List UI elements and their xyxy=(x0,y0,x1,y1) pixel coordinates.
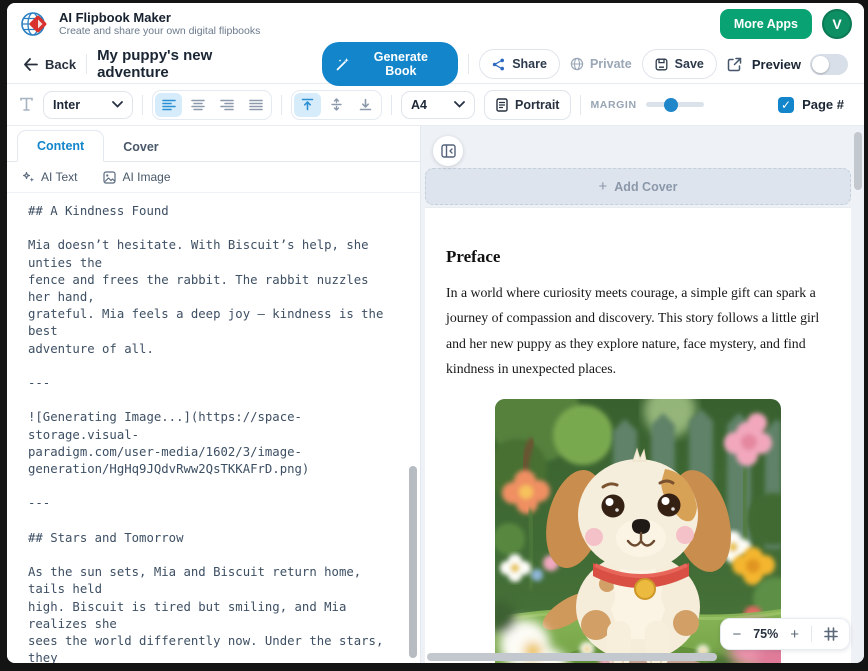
preview-vertical-scrollbar[interactable] xyxy=(854,130,862,649)
plus-icon: + xyxy=(599,178,608,195)
font-family-select[interactable]: Inter xyxy=(43,91,133,119)
valign-bottom-button[interactable] xyxy=(352,93,379,117)
editor-content[interactable]: ## A Kindness Found Mia doesn’t hesitate… xyxy=(7,193,420,663)
valign-middle-button[interactable] xyxy=(323,93,350,117)
page-heading: Preface xyxy=(446,247,830,267)
preview-scroll-area[interactable]: + Add Cover Preface In a world where cur… xyxy=(425,126,851,663)
generate-book-button[interactable]: Generate Book xyxy=(322,42,458,86)
zoom-out-button[interactable]: − xyxy=(732,627,741,642)
app-header: AI Flipbook Maker Create and share your … xyxy=(7,3,864,45)
format-toolbar: Inter A4 xyxy=(7,84,864,126)
margin-slider[interactable] xyxy=(646,102,704,107)
divider xyxy=(811,626,812,642)
divider xyxy=(142,95,143,115)
privacy-status[interactable]: Private xyxy=(570,57,632,71)
page-size-select[interactable]: A4 xyxy=(401,91,475,119)
margin-label: MARGIN xyxy=(590,99,636,111)
ai-text-label: AI Text xyxy=(41,170,77,184)
ai-image-button[interactable]: AI Image xyxy=(103,170,170,184)
divider xyxy=(86,54,87,74)
back-button[interactable]: Back xyxy=(23,57,76,72)
share-icon xyxy=(492,58,505,71)
align-center-button[interactable] xyxy=(184,93,211,117)
editor-scrollbar[interactable] xyxy=(409,193,417,663)
open-external-icon[interactable] xyxy=(727,57,742,72)
align-left-button[interactable] xyxy=(155,93,182,117)
zoom-in-button[interactable]: + xyxy=(790,627,799,642)
divider xyxy=(468,54,469,74)
save-icon xyxy=(655,58,668,71)
document-title: My puppy's new adventure xyxy=(97,47,284,81)
back-arrow-icon xyxy=(23,58,38,71)
preview-label: Preview xyxy=(752,57,801,72)
divider xyxy=(391,95,392,115)
add-cover-label: Add Cover xyxy=(614,180,677,194)
valign-top-button[interactable] xyxy=(294,93,321,117)
more-apps-button[interactable]: More Apps xyxy=(720,9,812,39)
document-icon xyxy=(496,98,508,112)
app-subtitle: Create and share your own digital flipbo… xyxy=(59,25,260,37)
app-window: AI Flipbook Maker Create and share your … xyxy=(7,3,864,663)
editor-panel: Content Cover AI Text AI Image xyxy=(7,126,421,663)
h-scrollbar-thumb[interactable] xyxy=(427,653,717,661)
back-label: Back xyxy=(45,57,76,72)
v-scrollbar-thumb[interactable] xyxy=(854,132,862,190)
margin-slider-thumb[interactable] xyxy=(664,98,678,112)
chevron-down-icon xyxy=(454,101,465,108)
ai-text-button[interactable]: AI Text xyxy=(22,170,77,184)
add-cover-button[interactable]: + Add Cover xyxy=(425,168,851,205)
document-toolbar: Back My puppy's new adventure Generate B… xyxy=(7,45,864,84)
share-button[interactable]: Share xyxy=(479,49,560,79)
private-label: Private xyxy=(590,57,632,71)
app-title-block: AI Flipbook Maker Create and share your … xyxy=(59,11,260,38)
magic-wand-icon xyxy=(336,57,350,71)
share-label: Share xyxy=(512,57,547,71)
preview-horizontal-scrollbar[interactable] xyxy=(425,653,848,661)
ai-actions-row: AI Text AI Image xyxy=(7,162,420,193)
divider xyxy=(281,95,282,115)
tab-content[interactable]: Content xyxy=(17,130,104,162)
collapse-panel-icon[interactable] xyxy=(433,136,463,166)
fit-frame-icon[interactable] xyxy=(824,627,838,641)
toggle-knob xyxy=(812,56,829,73)
image-icon xyxy=(103,171,116,184)
zoom-controls: − 75% + xyxy=(720,618,850,650)
divider xyxy=(580,95,581,115)
book-page: Preface In a world where curiosity meets… xyxy=(425,208,851,663)
align-right-button[interactable] xyxy=(213,93,240,117)
globe-icon xyxy=(570,57,584,71)
user-avatar[interactable]: V xyxy=(822,9,852,39)
app-logo-icon xyxy=(19,9,49,39)
editor-tabs: Content Cover xyxy=(7,126,420,162)
page-body-text: In a world where curiosity meets courage… xyxy=(446,280,830,382)
markdown-editor[interactable]: ## A Kindness Found Mia doesn’t hesitate… xyxy=(7,193,420,663)
page-number-label: Page # xyxy=(802,97,844,112)
font-family-value: Inter xyxy=(53,98,80,112)
save-button[interactable]: Save xyxy=(642,49,717,79)
generate-book-label: Generate Book xyxy=(357,50,444,78)
chevron-down-icon xyxy=(112,101,123,108)
zoom-level: 75% xyxy=(753,627,778,641)
vertical-align-group xyxy=(291,90,382,120)
page-number-checkbox[interactable]: ✓ xyxy=(778,97,794,113)
save-label: Save xyxy=(675,57,704,71)
align-justify-button[interactable] xyxy=(242,93,269,117)
preview-panel: + Add Cover Preface In a world where cur… xyxy=(421,126,864,663)
check-icon: ✓ xyxy=(781,98,791,112)
ai-image-label: AI Image xyxy=(122,170,170,184)
editor-scrollbar-thumb[interactable] xyxy=(409,466,417,659)
app-title: AI Flipbook Maker xyxy=(59,11,260,26)
orientation-button[interactable]: Portrait xyxy=(484,90,571,120)
text-style-icon xyxy=(19,97,34,112)
page-size-value: A4 xyxy=(411,98,427,112)
orientation-label: Portrait xyxy=(515,98,559,112)
sparkles-icon xyxy=(22,171,35,184)
text-align-group xyxy=(152,90,272,120)
tab-cover[interactable]: Cover xyxy=(104,132,177,162)
preview-toggle[interactable] xyxy=(810,54,848,75)
